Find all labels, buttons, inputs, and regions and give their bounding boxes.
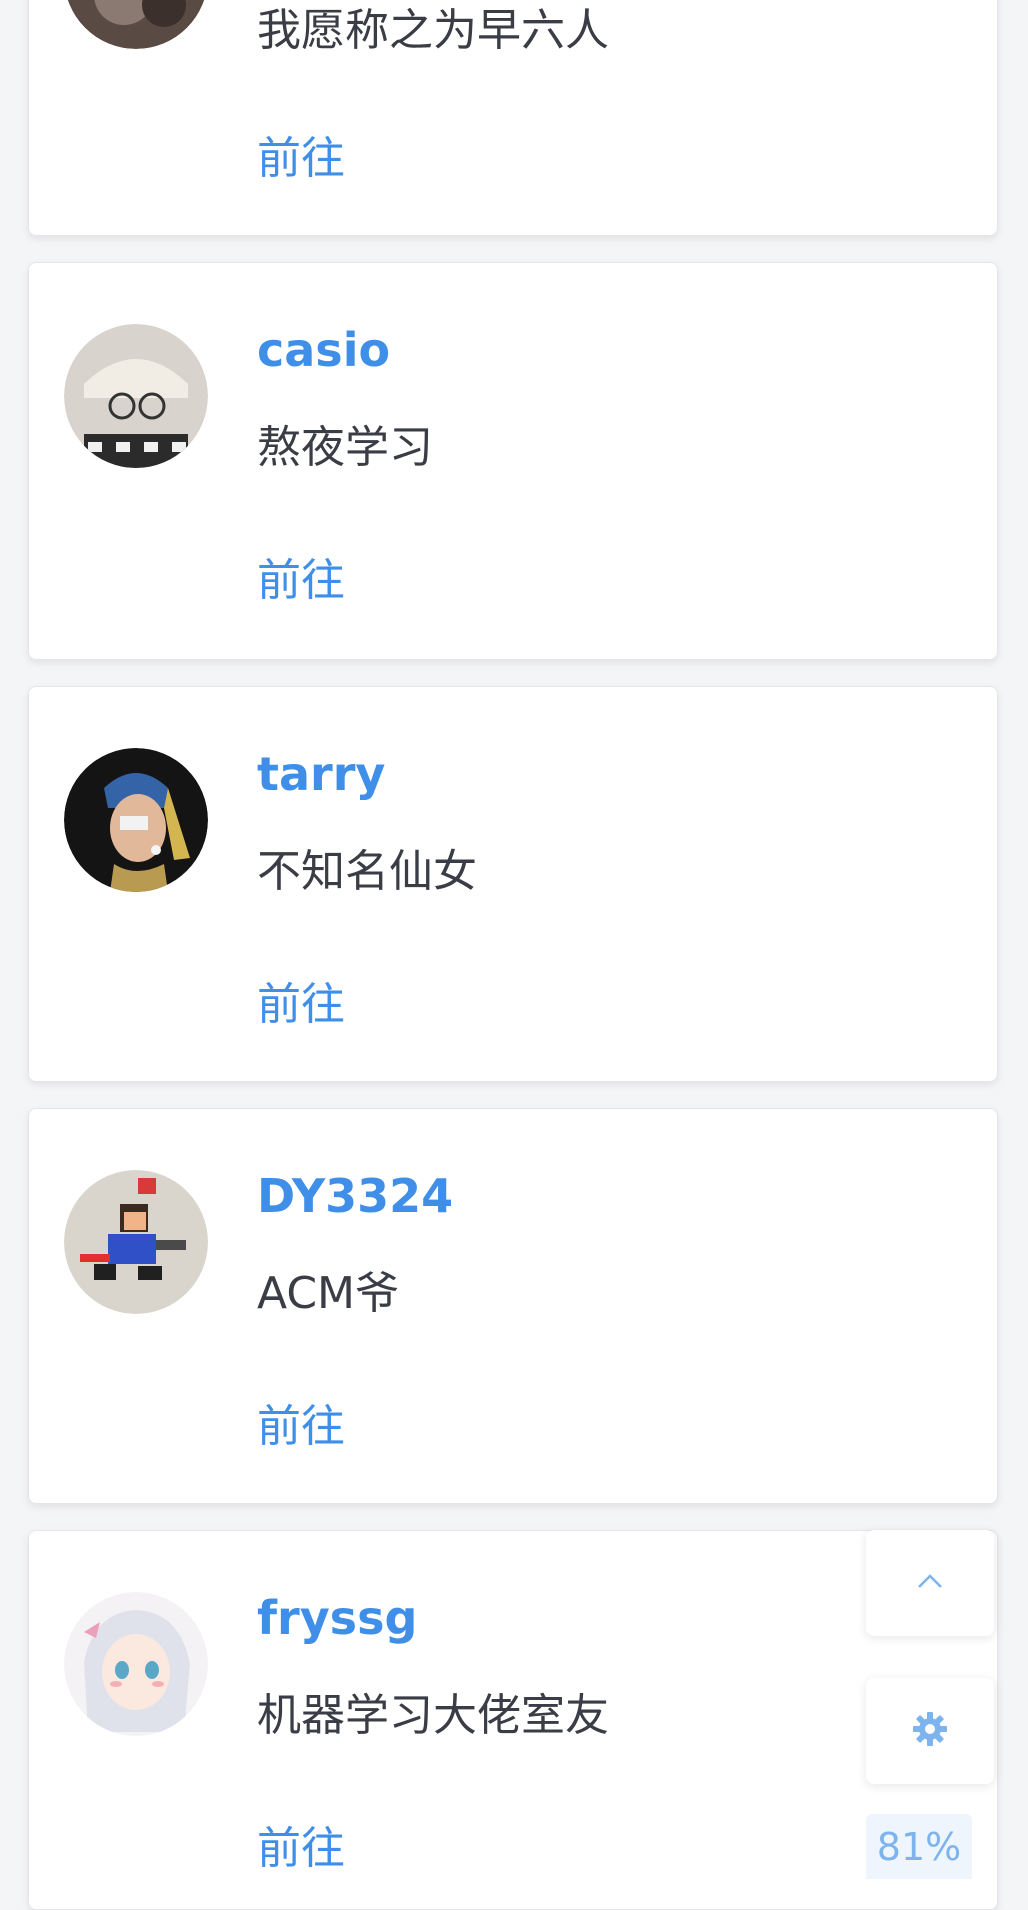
user-card: 我愿称之为早六人 前往 [28,0,998,236]
user-name[interactable]: tarry [257,751,385,797]
go-link[interactable]: 前往 [257,1405,345,1449]
go-link[interactable]: 前往 [257,1827,345,1871]
go-link[interactable]: 前往 [257,137,345,181]
scroll-top-button[interactable] [866,1530,994,1636]
user-avatar [64,1170,208,1314]
user-description: ACM爷 [257,1268,400,1319]
user-description: 机器学习大佬室友 [257,1690,609,1741]
user-name[interactable]: DY3324 [257,1173,453,1219]
gear-icon [912,1711,948,1751]
user-card: fryssg 机器学习大佬室友 前往 [28,1530,998,1910]
user-avatar [64,1592,208,1736]
reading-progress: 81% [866,1814,972,1879]
settings-button[interactable] [866,1678,994,1784]
user-name[interactable]: casio [257,327,390,373]
user-card: tarry 不知名仙女 前往 [28,686,998,1082]
user-avatar [64,748,208,892]
user-name[interactable]: fryssg [257,1595,417,1641]
go-link[interactable]: 前往 [257,983,345,1027]
user-avatar [64,324,208,468]
user-avatar [64,0,208,49]
user-card: casio 熬夜学习 前往 [28,262,998,660]
go-link[interactable]: 前往 [257,559,345,603]
user-description: 我愿称之为早六人 [257,5,609,56]
chevron-up-icon [916,1572,944,1594]
user-description: 熬夜学习 [257,422,433,473]
user-description: 不知名仙女 [257,846,477,897]
user-card: DY3324 ACM爷 前往 [28,1108,998,1504]
